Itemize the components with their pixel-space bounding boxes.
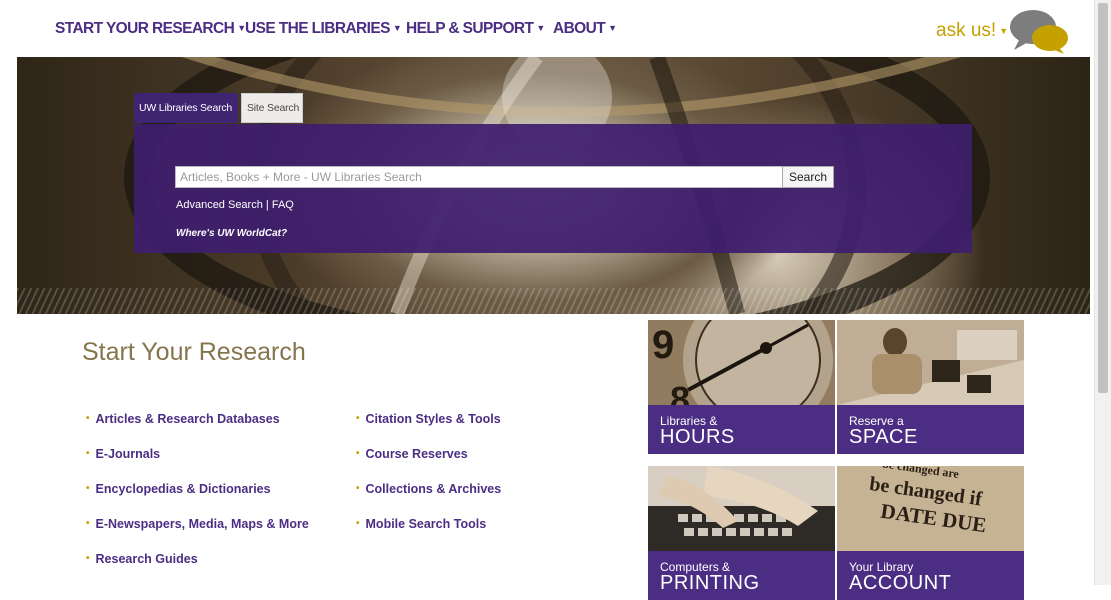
study-room-photo xyxy=(837,320,1024,405)
hero-banner: UW Libraries Search Site Search Search A… xyxy=(17,57,1090,314)
tile-account[interactable]: be changed are be changed if DATE DUE Yo… xyxy=(837,466,1024,600)
worldcat-link[interactable]: Where's UW WorldCat? xyxy=(176,228,287,239)
bullet-icon: • xyxy=(86,413,90,424)
tile-band: Your Library ACCOUNT xyxy=(837,551,1024,600)
chat-bubbles-icon[interactable] xyxy=(1006,8,1070,54)
tile-big-text: HOURS xyxy=(660,426,735,448)
link-label: Mobile Search Tools xyxy=(365,517,487,531)
tile-printing[interactable]: Computers & PRINTING xyxy=(648,466,835,600)
link-citation-styles[interactable]: • Citation Styles & Tools xyxy=(356,412,501,426)
link-articles-databases[interactable]: • Articles & Research Databases xyxy=(86,412,280,426)
keyboard-photo xyxy=(648,466,835,551)
nav-label: HELP & SUPPORT xyxy=(406,20,534,37)
bullet-icon: • xyxy=(86,483,90,494)
search-input[interactable] xyxy=(175,166,783,188)
bullet-icon: • xyxy=(86,518,90,529)
ask-us-label: ask us! xyxy=(936,20,997,41)
nav-about[interactable]: ABOUT ▼ xyxy=(553,20,617,38)
tab-uw-libraries-search[interactable]: UW Libraries Search xyxy=(134,93,238,123)
link-e-journals[interactable]: • E-Journals xyxy=(86,447,160,461)
nav-help-support[interactable]: HELP & SUPPORT ▼ xyxy=(406,20,545,38)
link-collections-archives[interactable]: • Collections & Archives xyxy=(356,482,501,496)
search-panel: Search Advanced Search | FAQ Where's UW … xyxy=(134,124,972,253)
tile-band: Computers & PRINTING xyxy=(648,551,835,600)
nav-use-the-libraries[interactable]: USE THE LIBRARIES ▼ xyxy=(245,20,402,38)
search-button[interactable]: Search xyxy=(782,166,834,188)
bullet-icon: • xyxy=(356,518,360,529)
due-date-stamp-photo: be changed are be changed if DATE DUE xyxy=(837,466,1024,551)
tile-space[interactable]: Reserve a SPACE xyxy=(837,320,1024,454)
advanced-search-link[interactable]: Advanced Search xyxy=(176,199,263,211)
link-encyclopedias[interactable]: • Encyclopedias & Dictionaries xyxy=(86,482,271,496)
hatch-stripe xyxy=(17,288,1090,314)
link-label: Citation Styles & Tools xyxy=(365,412,501,426)
link-label: E-Newspapers, Media, Maps & More xyxy=(95,517,309,531)
caret-down-icon: ▼ xyxy=(536,23,545,33)
top-navigation: START YOUR RESEARCH ▼ USE THE LIBRARIES ▼ … xyxy=(0,0,1090,57)
link-separator: | xyxy=(265,199,269,211)
tile-big-text: SPACE xyxy=(849,426,918,448)
page-scrollbar[interactable] xyxy=(1094,0,1111,585)
bullet-icon: • xyxy=(356,448,360,459)
link-mobile-search[interactable]: • Mobile Search Tools xyxy=(356,517,486,531)
tile-band: Reserve a SPACE xyxy=(837,405,1024,454)
bullet-icon: • xyxy=(86,448,90,459)
link-e-newspapers[interactable]: • E-Newspapers, Media, Maps & More xyxy=(86,517,309,531)
tile-big-text: PRINTING xyxy=(660,572,760,594)
nav-label: USE THE LIBRARIES xyxy=(245,20,390,37)
tile-band: Libraries & HOURS xyxy=(648,405,835,454)
tab-site-search[interactable]: Site Search xyxy=(241,93,303,123)
clock-photo: 9 8 xyxy=(648,320,835,405)
nav-label: START YOUR RESEARCH xyxy=(55,20,235,37)
tile-big-text: ACCOUNT xyxy=(849,572,952,594)
link-research-guides[interactable]: • Research Guides xyxy=(86,552,198,566)
link-label: Articles & Research Databases xyxy=(95,412,280,426)
link-course-reserves[interactable]: • Course Reserves xyxy=(356,447,468,461)
scrollbar-thumb[interactable] xyxy=(1098,3,1108,393)
link-label: Research Guides xyxy=(95,552,198,566)
nav-label: ABOUT xyxy=(553,20,606,37)
link-label: E-Journals xyxy=(95,447,161,461)
caret-down-icon: ▼ xyxy=(608,23,617,33)
bullet-icon: • xyxy=(356,413,360,424)
section-title: Start Your Research xyxy=(82,338,306,366)
tile-hours[interactable]: 9 8 Libraries & HOURS xyxy=(648,320,835,454)
link-label: Encyclopedias & Dictionaries xyxy=(95,482,271,496)
caret-down-icon: ▼ xyxy=(392,23,402,33)
bullet-icon: • xyxy=(86,553,90,564)
faq-link[interactable]: FAQ xyxy=(272,199,294,211)
ask-us-button[interactable]: ask us! ▼ xyxy=(936,20,1008,42)
bullet-icon: • xyxy=(356,483,360,494)
search-links: Advanced Search | FAQ xyxy=(176,199,294,211)
link-label: Collections & Archives xyxy=(365,482,502,496)
nav-start-your-research[interactable]: START YOUR RESEARCH ▼ xyxy=(55,20,246,38)
link-label: Course Reserves xyxy=(365,447,468,461)
